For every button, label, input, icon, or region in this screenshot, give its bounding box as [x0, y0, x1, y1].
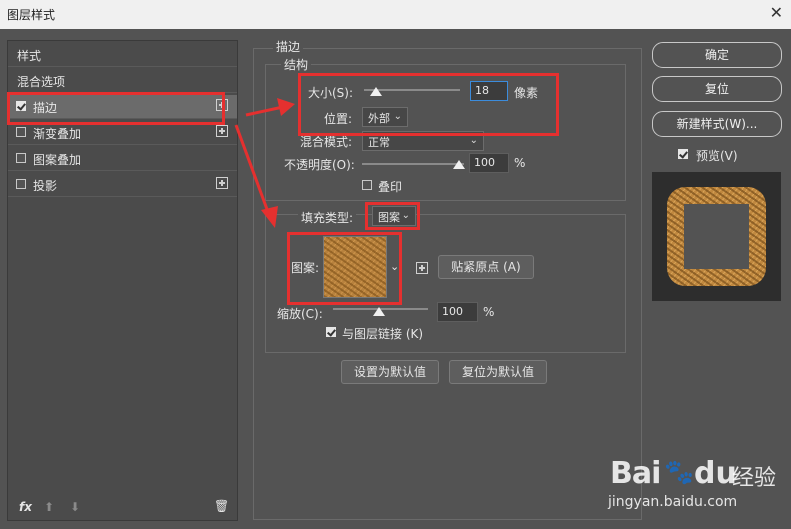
annotation-arrows	[234, 98, 295, 228]
arrow-to-fill-head	[261, 206, 278, 228]
watermark-logo-left: Bai	[610, 456, 661, 491]
arrow-to-fill	[234, 124, 270, 213]
watermark: Bai 🐾 du 经验 jingyan.baidu.com	[608, 452, 788, 522]
arrow-to-size	[245, 105, 284, 117]
paw-icon: 🐾	[664, 458, 694, 486]
watermark-brand: 经验	[732, 466, 777, 491]
watermark-logo-right: du	[694, 456, 737, 491]
watermark-url: jingyan.baidu.com	[608, 494, 738, 510]
arrow-to-size-head	[277, 98, 295, 116]
